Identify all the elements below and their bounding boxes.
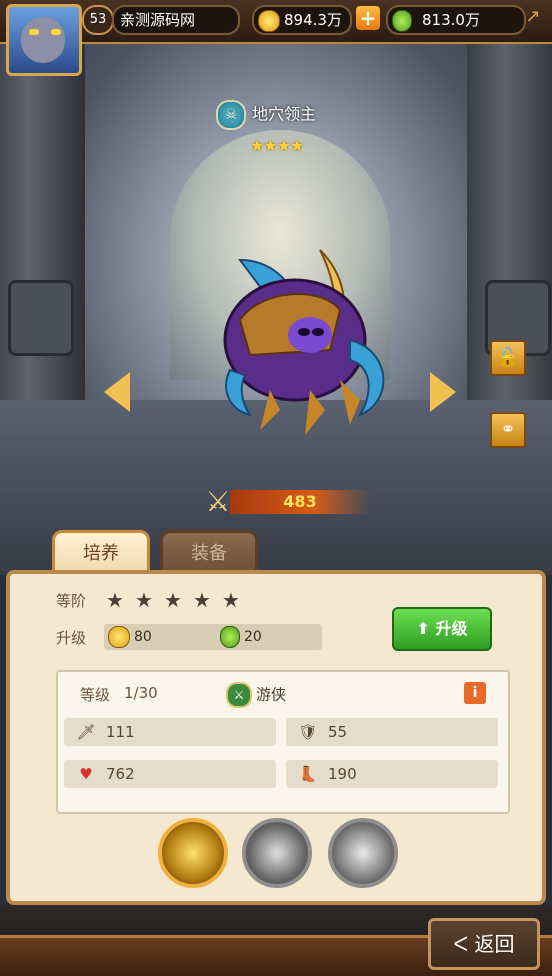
- skill-2-button[interactable]: [242, 818, 312, 888]
- prev-hero-arrow[interactable]: [104, 372, 130, 412]
- boot-icon: 👢: [298, 765, 318, 783]
- right-pillar: [467, 30, 552, 460]
- gold-coin-icon: [258, 9, 280, 32]
- up-arrow-icon: ⬆: [416, 619, 430, 638]
- skill-1-button[interactable]: [158, 818, 228, 888]
- back-arrow-icon: ᐸ: [453, 932, 469, 956]
- sword-icon: 🗡: [76, 723, 96, 741]
- grade-label: 等阶: [56, 592, 87, 610]
- potion-icon: [220, 626, 240, 648]
- heart-icon: ♥: [79, 765, 93, 783]
- player-avatar[interactable]: [6, 4, 82, 76]
- grade-star: ★: [106, 588, 124, 612]
- back-button[interactable]: ᐸ 返回: [428, 918, 540, 970]
- power-value: 483: [283, 492, 317, 511]
- info-icon[interactable]: i: [464, 682, 486, 704]
- hp-value: 762: [106, 765, 135, 783]
- combat-power: 483 ⚔: [200, 486, 370, 518]
- upgrade-label: 升级: [56, 629, 87, 647]
- hero-name-label: ☠ 地穴领主: [216, 100, 317, 130]
- back-button-label: 返回: [474, 932, 515, 956]
- upgrade-button[interactable]: ⬆ 升级: [392, 607, 492, 651]
- class-name: 游侠: [256, 685, 287, 704]
- stat-hp: ♥ 762: [64, 760, 276, 788]
- attack-value: 111: [106, 723, 135, 741]
- skull-icon: ☠: [216, 100, 246, 130]
- share-icon[interactable]: ⚭: [490, 412, 526, 448]
- hero-class: ⚔ 游侠: [226, 682, 286, 708]
- grade-star: ★: [222, 588, 240, 612]
- level-value: 1/30: [124, 684, 158, 702]
- hero-model[interactable]: [200, 240, 400, 440]
- crossed-swords-icon: ⚔: [205, 485, 231, 518]
- player-name-plate: 亲测源码网: [112, 5, 240, 35]
- player-name: 亲测源码网: [120, 11, 196, 29]
- potion-icon: [392, 9, 412, 32]
- hero-stars: ★★★★: [250, 136, 304, 155]
- ranger-class-icon: ⚔: [226, 682, 252, 708]
- stat-attack: 🗡 111: [64, 718, 276, 746]
- grade-star: ★: [135, 588, 153, 612]
- stat-defense: 🛡 55: [286, 718, 498, 746]
- level-label: 等级: [80, 686, 111, 704]
- potion-value: 813.0万: [422, 11, 480, 29]
- defense-value: 55: [328, 723, 348, 741]
- hero-name: 地穴领主: [252, 104, 317, 124]
- next-hero-arrow[interactable]: [430, 372, 456, 412]
- gold-coin-icon: [108, 626, 130, 648]
- gold-value: 894.3万: [284, 11, 342, 29]
- left-pillar: [0, 30, 85, 460]
- speed-value: 190: [328, 765, 357, 783]
- cost-potion: 20: [244, 629, 262, 645]
- upgrade-button-label: 升级: [435, 619, 468, 638]
- cost-gold: 80: [134, 629, 152, 645]
- skill-3-button[interactable]: [328, 818, 398, 888]
- grade-star: ★: [193, 588, 211, 612]
- player-level-badge: 53: [82, 5, 114, 35]
- potion-counter: 813.0万: [386, 5, 526, 35]
- unlock-icon[interactable]: 🔓: [490, 340, 526, 376]
- menu-corner-icon[interactable]: ↗: [520, 6, 546, 30]
- add-gold-button[interactable]: +: [356, 6, 380, 30]
- grade-star: ★: [164, 588, 182, 612]
- shield-icon: 🛡: [298, 723, 318, 741]
- upgrade-cost: 80 20: [104, 624, 322, 650]
- stat-speed: 👢 190: [286, 760, 498, 788]
- gold-counter: 894.3万: [252, 5, 352, 35]
